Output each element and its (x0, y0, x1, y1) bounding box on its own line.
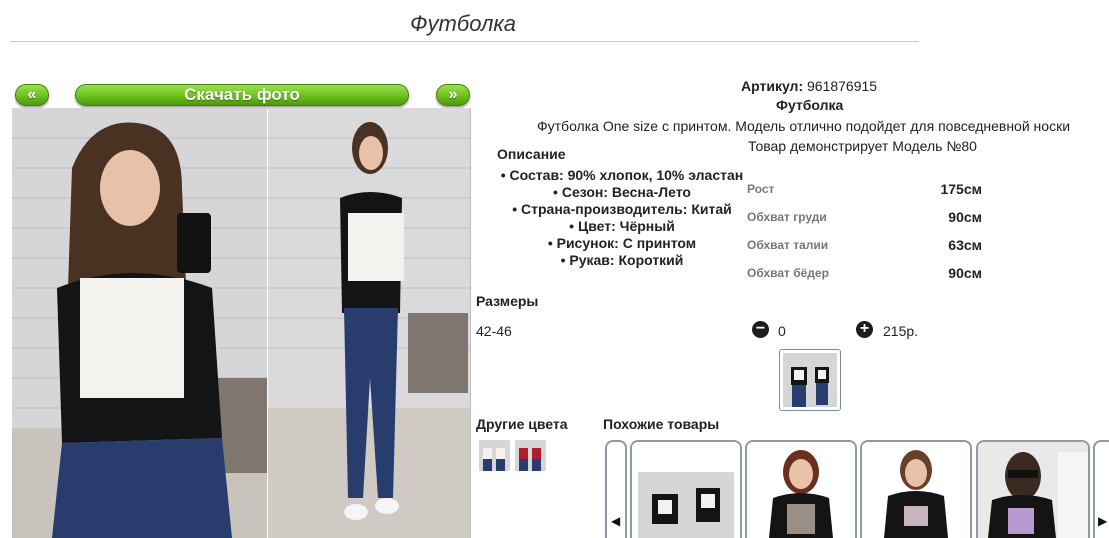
similar-item-4[interactable] (976, 440, 1090, 538)
product-photo[interactable] (12, 108, 471, 538)
photo-thumbnail[interactable] (779, 349, 841, 411)
title-divider (10, 41, 919, 42)
similar-item-image (978, 442, 1088, 538)
measure-value-chest: 90см (948, 209, 982, 225)
size-value: 42-46 (476, 323, 512, 339)
measure-value-waist: 63см (948, 237, 982, 253)
plus-icon[interactable]: + (856, 321, 873, 338)
model-note: Товар демонстрирует Модель №80 (748, 138, 977, 154)
description-list: Состав: 90% хлопок, 10% эластан Сезон: В… (497, 167, 747, 269)
product-name: Футболка (776, 97, 844, 113)
product-photo-full (268, 108, 470, 538)
measure-label-height: Рост (747, 182, 775, 196)
similar-item-image (862, 442, 970, 538)
article-label: Артикул: (741, 78, 804, 94)
description-heading: Описание (497, 146, 566, 162)
product-photo-front (12, 108, 267, 538)
similar-item-image (747, 442, 855, 538)
other-colors-heading: Другие цвета (476, 416, 568, 432)
sizes-heading: Размеры (476, 293, 539, 309)
description-item: Состав: 90% хлопок, 10% эластан (497, 167, 747, 184)
description-item: Рукав: Короткий (497, 252, 747, 269)
similar-item-1[interactable] (630, 440, 742, 538)
download-photo-button[interactable]: Скачать фото (75, 84, 409, 106)
description-item: Цвет: Чёрный (497, 218, 747, 235)
article-row: Артикул: 961876915 (741, 78, 877, 94)
page-title: Футболка (410, 11, 516, 36)
minus-icon[interactable]: − (752, 321, 769, 338)
measure-value-hips: 90см (948, 265, 982, 281)
similar-item-3[interactable] (860, 440, 972, 538)
similar-item-image (632, 442, 740, 538)
article-value: 961876915 (807, 78, 878, 94)
measure-label-waist: Обхват талии (747, 238, 829, 252)
scroll-left-icon[interactable]: ◀ (611, 514, 620, 528)
description-item: Страна-производитель: Китай (497, 201, 747, 218)
similar-heading: Похожие товары (603, 416, 720, 432)
measure-label-chest: Обхват груди (747, 210, 827, 224)
price-value: 215р. (883, 323, 919, 339)
measure-value-height: 175см (940, 181, 982, 197)
scroll-right-icon[interactable]: ▶ (1098, 514, 1107, 528)
product-tagline: Футболка One size с принтом. Модель отли… (537, 118, 1071, 134)
measure-label-hips: Обхват бёдер (747, 266, 829, 280)
photo-thumbnail-image (783, 353, 837, 407)
similar-item-2[interactable] (745, 440, 857, 538)
quantity-value[interactable]: 0 (778, 323, 786, 339)
next-photo-button[interactable]: » (436, 84, 470, 106)
color-thumb-2[interactable] (515, 440, 546, 471)
color-thumb-1[interactable] (479, 440, 510, 471)
description-item: Сезон: Весна-Лето (497, 184, 747, 201)
prev-photo-button[interactable]: « (15, 84, 49, 106)
description-item: Рисунок: С принтом (497, 235, 747, 252)
